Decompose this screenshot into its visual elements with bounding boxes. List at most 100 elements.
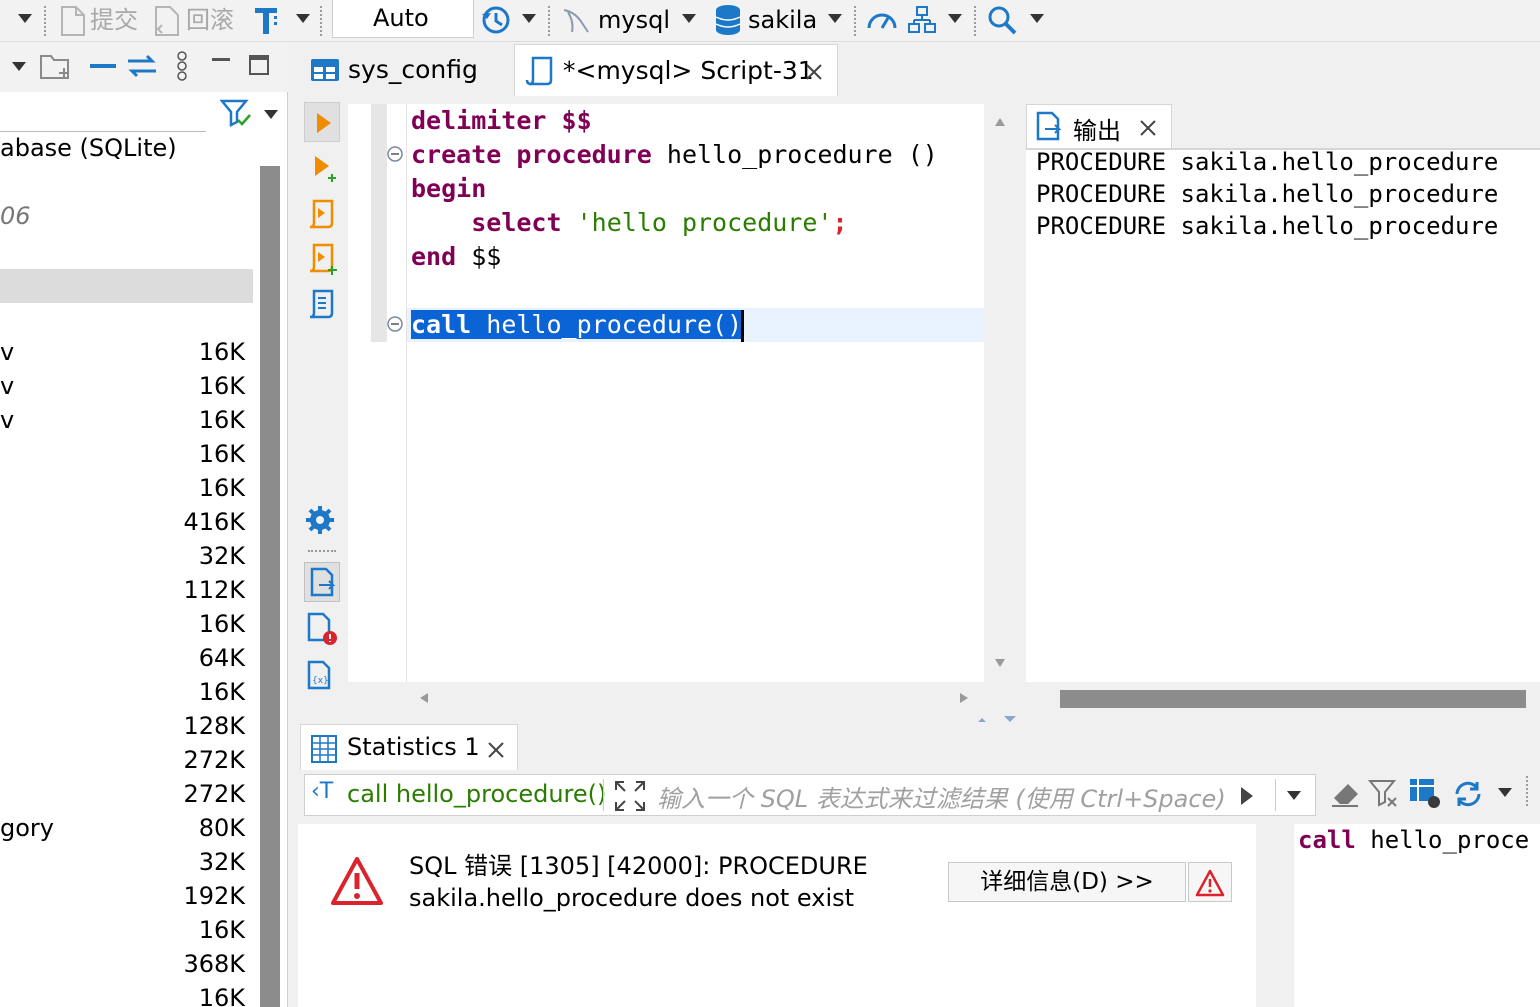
expand-icon[interactable]: [613, 779, 647, 813]
filter-icon[interactable]: [220, 98, 254, 128]
navigator-table-row[interactable]: v 16K: [0, 338, 253, 372]
code-token: hello_procedure(): [486, 310, 743, 339]
output-horizontal-scrollbar[interactable]: [1026, 684, 1540, 714]
chevron-down-icon[interactable]: [682, 14, 696, 23]
gear-icon[interactable]: [304, 504, 336, 536]
tab-script-31[interactable]: *<mysql> Script-31: [514, 44, 838, 96]
fold-collapse-icon[interactable]: [386, 145, 404, 163]
dashboard-icon[interactable]: [866, 4, 898, 36]
output-scrollbar-thumb[interactable]: [1060, 690, 1526, 708]
navigator-table-row[interactable]: 112K: [0, 576, 253, 610]
navigator-table-row[interactable]: 368K: [0, 950, 253, 984]
commit-icon[interactable]: [58, 5, 88, 37]
new-folder-icon[interactable]: [38, 50, 74, 82]
table-size: 32K: [198, 848, 245, 876]
navigator-table-row[interactable]: 32K: [0, 542, 253, 576]
more-options-icon[interactable]: [174, 48, 190, 84]
navigator-table-row[interactable]: 16K: [0, 474, 253, 508]
error-log-button[interactable]: [1188, 862, 1232, 902]
chevron-down-icon[interactable]: [948, 14, 962, 23]
navigator-table-row[interactable]: 16K: [0, 440, 253, 474]
maximize-icon[interactable]: [248, 54, 272, 78]
navigator-table-row[interactable]: 16K: [0, 678, 253, 712]
chevron-down-icon[interactable]: [828, 14, 842, 23]
show-output-button[interactable]: [304, 562, 340, 602]
navigator-filter-input[interactable]: [0, 92, 206, 132]
scroll-left-icon[interactable]: [418, 692, 430, 704]
table-size: 416K: [183, 508, 245, 536]
refresh-icon[interactable]: [1452, 778, 1484, 810]
navigator-table-row[interactable]: 32K: [0, 848, 253, 882]
navigator-table-row[interactable]: 272K: [0, 780, 253, 814]
execute-script-new-tab-icon[interactable]: [306, 242, 338, 278]
chevron-down-icon[interactable]: [296, 14, 310, 23]
eraser-icon[interactable]: [1330, 778, 1362, 810]
navigator-table-row[interactable]: 272K: [0, 746, 253, 780]
scroll-up-icon[interactable]: [994, 116, 1006, 128]
sql-editor[interactable]: delimiter $$ create procedure hello_proc…: [348, 104, 984, 682]
tab-statistics-1[interactable]: Statistics 1: [300, 724, 518, 770]
editor-horizontal-scrollbar[interactable]: [406, 686, 984, 710]
navigator-table-row[interactable]: 16K: [0, 610, 253, 644]
error-log-icon[interactable]: [306, 612, 338, 646]
fold-collapse-icon[interactable]: [386, 315, 404, 333]
navigator-table-row[interactable]: 416K: [0, 508, 253, 542]
collapse-all-icon[interactable]: [88, 56, 120, 76]
chevron-down-icon[interactable]: [12, 62, 26, 71]
close-icon[interactable]: [1139, 119, 1157, 137]
chevron-down-icon[interactable]: [264, 110, 278, 119]
filter-input[interactable]: 输入一个 SQL 表达式来过滤结果 (使用 Ctrl+Space): [657, 779, 1226, 814]
schema-diagram-icon[interactable]: [906, 4, 938, 36]
tab-label: 输出: [1073, 117, 1121, 145]
navigator-table-row[interactable]: v 16K: [0, 372, 253, 406]
rollback-button[interactable]: 回滚: [186, 2, 234, 38]
tab-sys-config[interactable]: sys_config: [300, 44, 510, 96]
commit-button[interactable]: 提交: [90, 2, 138, 38]
panel-settings-icon[interactable]: [1408, 776, 1442, 810]
scroll-down-icon[interactable]: [994, 657, 1006, 669]
tab-output[interactable]: 输出: [1026, 104, 1172, 148]
connection-selector[interactable]: mysql: [598, 2, 670, 38]
output-icon: [1036, 111, 1062, 141]
navigator-scrollbar[interactable]: [260, 166, 280, 1007]
chevron-down-icon[interactable]: [522, 14, 536, 23]
chevron-down-icon[interactable]: [1498, 788, 1512, 797]
query-label[interactable]: call hello_procedure(): [347, 780, 606, 808]
navigator-table-row[interactable]: 16K: [0, 916, 253, 950]
details-button[interactable]: 详细信息(D) >>: [948, 862, 1186, 902]
navigator-table-row[interactable]: 16K: [0, 984, 253, 1007]
database-selector[interactable]: sakila: [748, 2, 817, 38]
error-line: SQL 错误 [1305] [42000]: PROCEDURE: [409, 852, 868, 880]
history-icon[interactable]: [480, 4, 512, 36]
filter-settings-icon[interactable]: [1368, 778, 1400, 810]
apply-filter-icon[interactable]: [1239, 785, 1255, 807]
minimize-icon[interactable]: [210, 52, 234, 72]
explain-plan-icon[interactable]: [306, 288, 336, 322]
run-new-tab-icon[interactable]: [312, 154, 340, 184]
chevron-down-icon[interactable]: [1287, 791, 1301, 800]
scroll-right-icon[interactable]: [958, 692, 970, 704]
navigator-table-row[interactable]: 192K: [0, 882, 253, 916]
navigator-table-row[interactable]: 128K: [0, 712, 253, 746]
run-statement-button[interactable]: [304, 102, 340, 142]
chevron-down-icon[interactable]: [1030, 14, 1044, 23]
search-icon[interactable]: [986, 4, 1018, 36]
transaction-mode-icon[interactable]: [252, 4, 286, 38]
navigator-table-row[interactable]: gory 80K: [0, 814, 253, 848]
editor-vertical-scrollbar[interactable]: [988, 104, 1012, 682]
execute-script-icon[interactable]: [306, 198, 336, 232]
navigator-selected-row[interactable]: [0, 269, 253, 303]
transaction-mode-box[interactable]: Auto: [332, 0, 474, 38]
close-icon[interactable]: [805, 63, 823, 81]
chevron-down-icon[interactable]: [18, 14, 32, 23]
link-editor-icon[interactable]: [124, 52, 160, 80]
navigator-scrollbar-thumb[interactable]: [260, 166, 280, 1007]
rollback-icon[interactable]: [152, 5, 182, 37]
close-icon[interactable]: [487, 741, 505, 759]
navigator-db-label[interactable]: abase (SQLite): [0, 134, 177, 162]
navigator-table-row[interactable]: 64K: [0, 644, 253, 678]
tab-label: Statistics 1: [347, 733, 480, 761]
variables-icon[interactable]: {x}: [306, 660, 336, 694]
navigator-table-row[interactable]: v 16K: [0, 406, 253, 440]
error-panel-sash[interactable]: [1260, 824, 1288, 1007]
